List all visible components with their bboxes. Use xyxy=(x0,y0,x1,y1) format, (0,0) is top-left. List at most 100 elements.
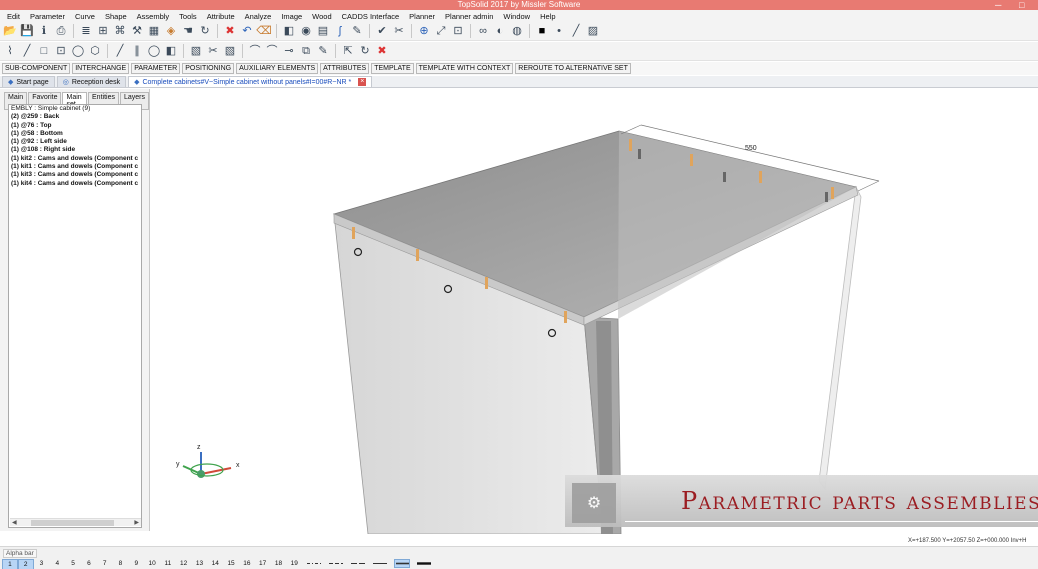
tree-item[interactable]: (1) @76 : Top xyxy=(9,122,141,130)
page-button[interactable]: 4 xyxy=(49,559,65,569)
page-button[interactable]: 7 xyxy=(97,559,113,569)
close-icon[interactable]: × xyxy=(358,78,367,86)
page-button[interactable]: 19 xyxy=(286,559,302,569)
info-icon[interactable]: ℹ xyxy=(36,23,52,39)
render-icon[interactable]: ◍ xyxy=(509,23,525,39)
hatch-icon[interactable]: ▧ xyxy=(222,43,238,59)
hook-icon[interactable]: ʃ xyxy=(332,23,348,39)
page-button[interactable]: 11 xyxy=(160,559,176,569)
hand-icon[interactable]: ☚ xyxy=(180,23,196,39)
ellipse-icon[interactable]: ◯ xyxy=(70,43,86,59)
edit-icon[interactable]: ✎ xyxy=(349,23,365,39)
maximize-icon[interactable]: □ xyxy=(1019,0,1024,10)
open-icon[interactable]: 📂 xyxy=(2,23,18,39)
stretch-icon[interactable]: ⇱ xyxy=(340,43,356,59)
save-as-icon[interactable]: ⊞ xyxy=(95,23,111,39)
tree-item[interactable]: (2) @259 : Back xyxy=(9,113,141,121)
parts-icon[interactable]: ◈ xyxy=(163,23,179,39)
page-button[interactable]: 17 xyxy=(255,559,271,569)
page-button[interactable]: 12 xyxy=(176,559,192,569)
menu-item-help[interactable]: Help xyxy=(535,12,560,21)
page-button[interactable]: 2 xyxy=(17,559,34,569)
delete-icon[interactable]: ✖ xyxy=(222,23,238,39)
cut-icon[interactable]: ✂ xyxy=(391,23,407,39)
undo-icon[interactable]: ↶ xyxy=(239,23,255,39)
rotate-icon[interactable]: ↻ xyxy=(357,43,373,59)
camera-icon[interactable]: ◉ xyxy=(298,23,314,39)
tree-item[interactable]: (1) @58 : Bottom xyxy=(9,130,141,138)
rotate-icon[interactable]: ↻ xyxy=(197,23,213,39)
menu-item-assembly[interactable]: Assembly xyxy=(132,12,175,21)
page-button[interactable]: 14 xyxy=(207,559,223,569)
ctx-button-sub-component[interactable]: SUB-COMPONENT xyxy=(2,63,71,74)
eraser-icon[interactable]: ⌫ xyxy=(256,23,272,39)
polyline-icon[interactable]: ⌇ xyxy=(2,43,18,59)
menu-item-planner[interactable]: Planner xyxy=(404,12,440,21)
page-button[interactable]: 16 xyxy=(239,559,255,569)
ctx-button-reroute-to-alternative-set[interactable]: REROUTE TO ALTERNATIVE SET xyxy=(515,63,631,74)
wood-icon[interactable]: ▦ xyxy=(146,23,162,39)
edit-icon[interactable]: ✎ xyxy=(315,43,331,59)
ctx-button-interchange[interactable]: INTERCHANGE xyxy=(72,63,130,74)
page-button[interactable]: 9 xyxy=(128,559,144,569)
point-icon[interactable]: • xyxy=(551,23,567,39)
ctx-button-template[interactable]: TEMPLATE xyxy=(371,63,414,74)
line-style-dashdot[interactable] xyxy=(306,559,322,568)
page-button[interactable]: 13 xyxy=(192,559,208,569)
line-icon[interactable]: ╱ xyxy=(19,43,35,59)
tree-item[interactable]: (1) kit2 : Cams and dowels (Component c xyxy=(9,155,141,163)
line-icon[interactable]: ╱ xyxy=(112,43,128,59)
arc-icon[interactable]: ⌒ xyxy=(264,43,280,59)
menu-item-window[interactable]: Window xyxy=(498,12,535,21)
parallel-icon[interactable]: ∥ xyxy=(129,43,145,59)
list-icon[interactable]: ≣ xyxy=(78,23,94,39)
frame-icon[interactable]: ⊡ xyxy=(450,23,466,39)
line-style-thin[interactable] xyxy=(372,559,388,568)
menu-item-curve[interactable]: Curve xyxy=(70,12,100,21)
page-button[interactable]: 3 xyxy=(34,559,50,569)
grid-icon[interactable]: ▤ xyxy=(315,23,331,39)
menu-item-analyze[interactable]: Analyze xyxy=(240,12,277,21)
page-button[interactable]: 15 xyxy=(223,559,239,569)
page-button[interactable]: 10 xyxy=(144,559,160,569)
color-icon[interactable]: ■ xyxy=(534,23,550,39)
join-icon[interactable]: ⊸ xyxy=(281,43,297,59)
view-icon[interactable]: ◐ xyxy=(492,23,508,39)
copy-icon[interactable]: ⧉ xyxy=(298,43,314,59)
minimize-icon[interactable]: ─ xyxy=(995,0,1001,10)
print-icon[interactable]: ⎙ xyxy=(53,23,69,39)
page-button[interactable]: 8 xyxy=(113,559,129,569)
menu-item-shape[interactable]: Shape xyxy=(100,12,132,21)
menu-item-edit[interactable]: Edit xyxy=(2,12,25,21)
3d-viewport[interactable]: 550 z x y xyxy=(151,89,1038,534)
ctx-button-auxiliary-elements[interactable]: AUXILIARY ELEMENTS xyxy=(236,63,319,74)
page-button[interactable]: 18 xyxy=(271,559,287,569)
menu-item-wood[interactable]: Wood xyxy=(307,12,336,21)
scroll-right-icon[interactable]: ▶ xyxy=(134,519,139,527)
rectangle-icon[interactable]: □ xyxy=(36,43,52,59)
cube-icon[interactable]: ◧ xyxy=(281,23,297,39)
ctx-button-positioning[interactable]: POSITIONING xyxy=(182,63,235,74)
menu-item-image[interactable]: Image xyxy=(276,12,307,21)
ctx-button-template-with-context[interactable]: TEMPLATE WITH CONTEXT xyxy=(415,63,514,74)
line-style-long-dash[interactable] xyxy=(350,559,366,568)
arc-icon[interactable]: ⌒ xyxy=(247,43,263,59)
line-style-dashed[interactable] xyxy=(328,559,344,568)
page-button[interactable]: 1 xyxy=(2,559,18,569)
cut-icon[interactable]: ✂ xyxy=(205,43,221,59)
scrollbar-thumb[interactable] xyxy=(31,520,114,526)
line-style-thick[interactable] xyxy=(416,559,432,568)
hatch-icon[interactable]: ▧ xyxy=(188,43,204,59)
fit-icon[interactable]: ⤢ xyxy=(433,23,449,39)
tree-item[interactable]: (1) kit1 : Cams and dowels (Component c xyxy=(9,163,141,171)
tree-item[interactable]: (1) @108 : Right side xyxy=(9,146,141,154)
horizontal-scrollbar[interactable]: ◀ ▶ xyxy=(10,518,141,526)
tab-reception-desk[interactable]: ◎ Reception desk xyxy=(56,76,127,87)
menu-item-planner-admin[interactable]: Planner admin xyxy=(440,12,498,21)
tab-complete-cabinets[interactable]: ◆ Complete cabinets#V~Simple cabinet wit… xyxy=(128,76,373,87)
ctx-button-attributes[interactable]: ATTRIBUTES xyxy=(320,63,370,74)
glasses-icon[interactable]: ∞ xyxy=(475,23,491,39)
tree-item[interactable]: (1) kit4 : Cams and dowels (Component c xyxy=(9,180,141,188)
ctx-button-parameter[interactable]: PARAMETER xyxy=(131,63,181,74)
check-icon[interactable]: ✔ xyxy=(374,23,390,39)
